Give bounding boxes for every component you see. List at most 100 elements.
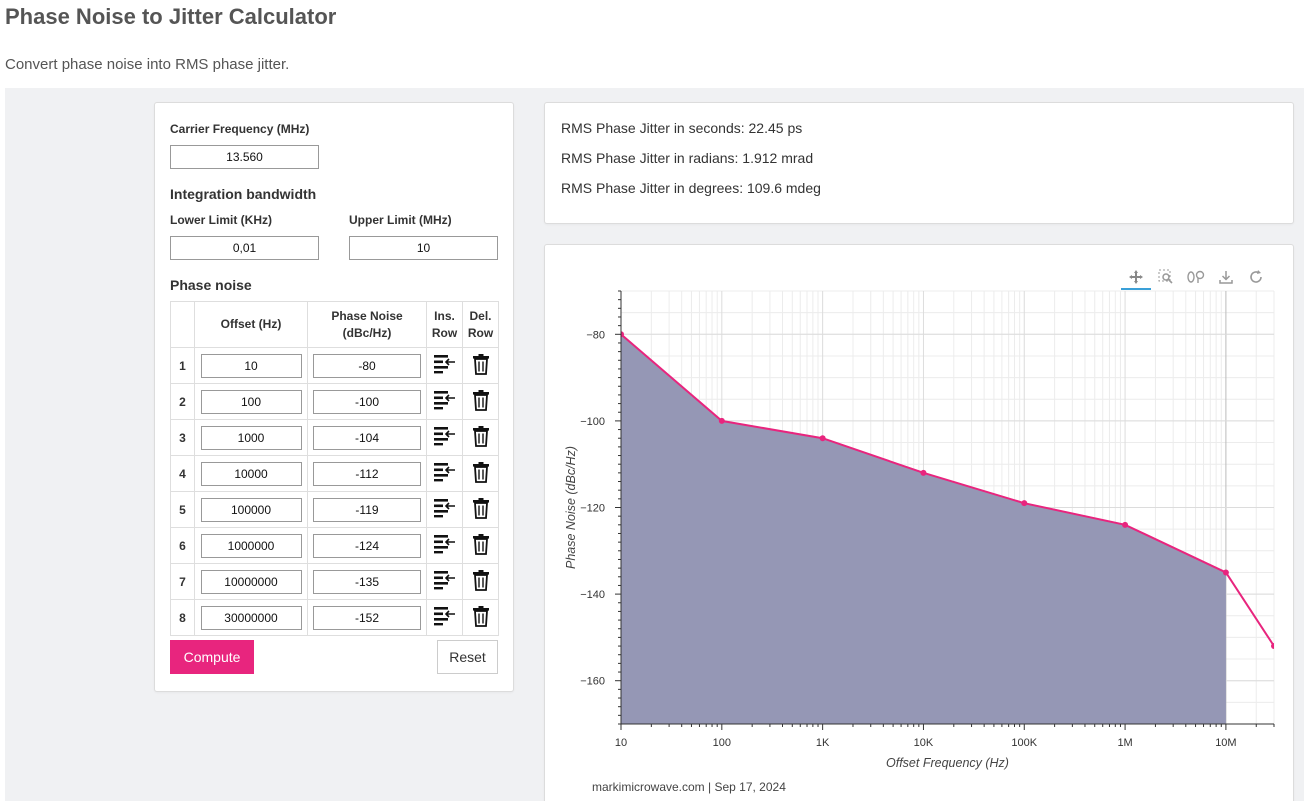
row-number: 4 bbox=[170, 455, 195, 492]
upper-limit-input[interactable] bbox=[349, 236, 498, 260]
x-tick-label: 1K bbox=[816, 737, 830, 749]
trash-icon[interactable] bbox=[472, 605, 490, 630]
delete-row-cell bbox=[462, 599, 499, 636]
delete-row-cell bbox=[462, 527, 499, 564]
delete-row-cell bbox=[462, 455, 499, 492]
data-point[interactable] bbox=[1122, 521, 1129, 528]
data-point[interactable] bbox=[819, 435, 826, 442]
page-title: Phase Noise to Jitter Calculator bbox=[5, 4, 337, 29]
insert-row-cell bbox=[426, 347, 463, 384]
reset-button[interactable]: Reset bbox=[437, 640, 498, 674]
offset-input[interactable] bbox=[200, 425, 302, 450]
insert-row-cell bbox=[426, 599, 463, 636]
offset-input[interactable] bbox=[200, 569, 302, 594]
jitter-seconds: RMS Phase Jitter in seconds: 22.45 ps bbox=[561, 120, 803, 136]
lower-limit-label: Lower Limit (KHz) bbox=[170, 213, 272, 227]
insert-row-cell bbox=[426, 527, 463, 564]
y-tick-label: −120 bbox=[580, 503, 605, 515]
insert-row-cell bbox=[426, 455, 463, 492]
upper-limit-label: Upper Limit (MHz) bbox=[349, 213, 452, 227]
phase-noise-heading: Phase noise bbox=[170, 277, 252, 293]
offset-cell bbox=[194, 383, 308, 420]
data-point[interactable] bbox=[920, 469, 927, 476]
insert-row-icon[interactable] bbox=[433, 570, 457, 593]
phase-noise-chart[interactable]: 10 100 1K 10K 100K 1M 10M −80 −100 −120 −140 −160 O… bbox=[545, 245, 1295, 801]
offset-input[interactable] bbox=[200, 533, 302, 558]
x-tick-label: 100K bbox=[1011, 737, 1037, 749]
carrier-frequency-input[interactable] bbox=[170, 145, 319, 169]
phase-noise-input[interactable] bbox=[313, 497, 421, 522]
insert-row-icon[interactable] bbox=[433, 534, 457, 557]
phase-noise-input[interactable] bbox=[313, 461, 421, 486]
offset-input[interactable] bbox=[200, 605, 302, 630]
insert-row-cell bbox=[426, 491, 463, 528]
insert-row-icon[interactable] bbox=[433, 498, 457, 521]
table-row: 5 bbox=[170, 491, 499, 528]
phase-noise-cell bbox=[307, 599, 427, 636]
insert-row-icon[interactable] bbox=[433, 390, 457, 413]
carrier-frequency-label: Carrier Frequency (MHz) bbox=[170, 122, 310, 136]
phase-noise-table: Offset (Hz) Phase Noise (dBc/Hz) Ins. Ro… bbox=[170, 301, 499, 636]
offset-cell bbox=[194, 599, 308, 636]
offset-header: Offset (Hz) bbox=[194, 301, 308, 348]
offset-cell bbox=[194, 347, 308, 384]
insert-row-header: Ins. Row bbox=[426, 301, 463, 348]
phase-noise-input[interactable] bbox=[313, 569, 421, 594]
phase-noise-cell bbox=[307, 455, 427, 492]
delete-row-cell bbox=[462, 563, 499, 600]
offset-input[interactable] bbox=[200, 389, 302, 414]
offset-cell bbox=[194, 455, 308, 492]
phase-noise-input[interactable] bbox=[313, 389, 421, 414]
x-tick-label: 1M bbox=[1117, 737, 1132, 749]
trash-icon[interactable] bbox=[472, 389, 490, 414]
y-tick-label: −160 bbox=[580, 676, 605, 688]
offset-cell bbox=[194, 527, 308, 564]
data-point[interactable] bbox=[718, 417, 725, 424]
delete-row-cell bbox=[462, 383, 499, 420]
phase-noise-input[interactable] bbox=[313, 605, 421, 630]
results-panel: RMS Phase Jitter in seconds: 22.45 ps RM… bbox=[544, 102, 1294, 224]
table-row: 8 bbox=[170, 599, 499, 636]
lower-limit-input[interactable] bbox=[170, 236, 319, 260]
offset-cell bbox=[194, 563, 308, 600]
insert-row-icon[interactable] bbox=[433, 462, 457, 485]
insert-row-cell bbox=[426, 563, 463, 600]
chart-footer: markimicrowave.com | Sep 17, 2024 bbox=[592, 780, 786, 794]
trash-icon[interactable] bbox=[472, 569, 490, 594]
phase-noise-cell bbox=[307, 491, 427, 528]
row-number: 1 bbox=[170, 347, 195, 384]
insert-row-icon[interactable] bbox=[433, 426, 457, 449]
table-row: 7 bbox=[170, 563, 499, 600]
offset-input[interactable] bbox=[200, 461, 302, 486]
x-tick-label: 10K bbox=[914, 737, 934, 749]
row-number: 2 bbox=[170, 383, 195, 420]
trash-icon[interactable] bbox=[472, 353, 490, 378]
table-row: 6 bbox=[170, 527, 499, 564]
phase-noise-header: Phase Noise (dBc/Hz) bbox=[307, 301, 427, 348]
offset-input[interactable] bbox=[200, 497, 302, 522]
jitter-degrees: RMS Phase Jitter in degrees: 109.6 mdeg bbox=[561, 180, 821, 196]
table-row: 4 bbox=[170, 455, 499, 492]
compute-button[interactable]: Compute bbox=[170, 640, 254, 674]
data-point[interactable] bbox=[1222, 569, 1229, 576]
trash-icon[interactable] bbox=[472, 425, 490, 450]
phase-noise-cell bbox=[307, 419, 427, 456]
insert-row-icon[interactable] bbox=[433, 354, 457, 377]
row-number: 8 bbox=[170, 599, 195, 636]
trash-icon[interactable] bbox=[472, 461, 490, 486]
row-number-header bbox=[170, 301, 195, 348]
offset-cell bbox=[194, 419, 308, 456]
phase-noise-input[interactable] bbox=[313, 425, 421, 450]
calculator-form: Carrier Frequency (MHz) Integration band… bbox=[154, 102, 514, 692]
data-point[interactable] bbox=[1271, 643, 1277, 650]
row-number: 5 bbox=[170, 491, 195, 528]
trash-icon[interactable] bbox=[472, 533, 490, 558]
page-subtitle: Convert phase noise into RMS phase jitte… bbox=[5, 56, 290, 73]
phase-noise-input[interactable] bbox=[313, 353, 421, 378]
insert-row-icon[interactable] bbox=[433, 606, 457, 629]
phase-noise-input[interactable] bbox=[313, 533, 421, 558]
delete-row-header: Del. Row bbox=[462, 301, 499, 348]
data-point[interactable] bbox=[1021, 500, 1028, 507]
trash-icon[interactable] bbox=[472, 497, 490, 522]
offset-input[interactable] bbox=[200, 353, 302, 378]
